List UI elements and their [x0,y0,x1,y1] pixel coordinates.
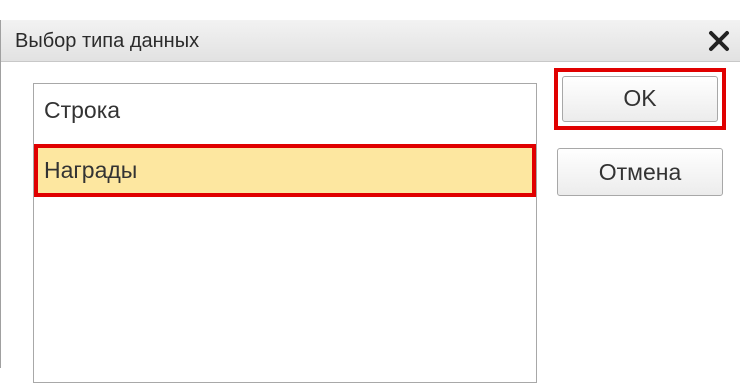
dialog-title: Выбор типа данных [15,30,200,52]
ok-button-face[interactable]: OK [562,76,718,122]
close-icon[interactable] [706,28,732,54]
list-item-label: Строка [44,97,121,123]
list-item-label: Награды [44,157,138,183]
data-type-dialog: Выбор типа данных Строка Награды OK Отме… [0,20,740,383]
cancel-button[interactable]: Отмена [557,148,723,196]
dialog-titlebar: Выбор типа данных [1,20,740,62]
data-type-list[interactable]: Строка Награды [33,83,537,383]
ok-button[interactable]: OK [554,68,726,130]
top-strip [0,0,740,20]
list-item[interactable]: Строка [34,84,536,137]
list-item-selected[interactable]: Награды [34,144,536,197]
